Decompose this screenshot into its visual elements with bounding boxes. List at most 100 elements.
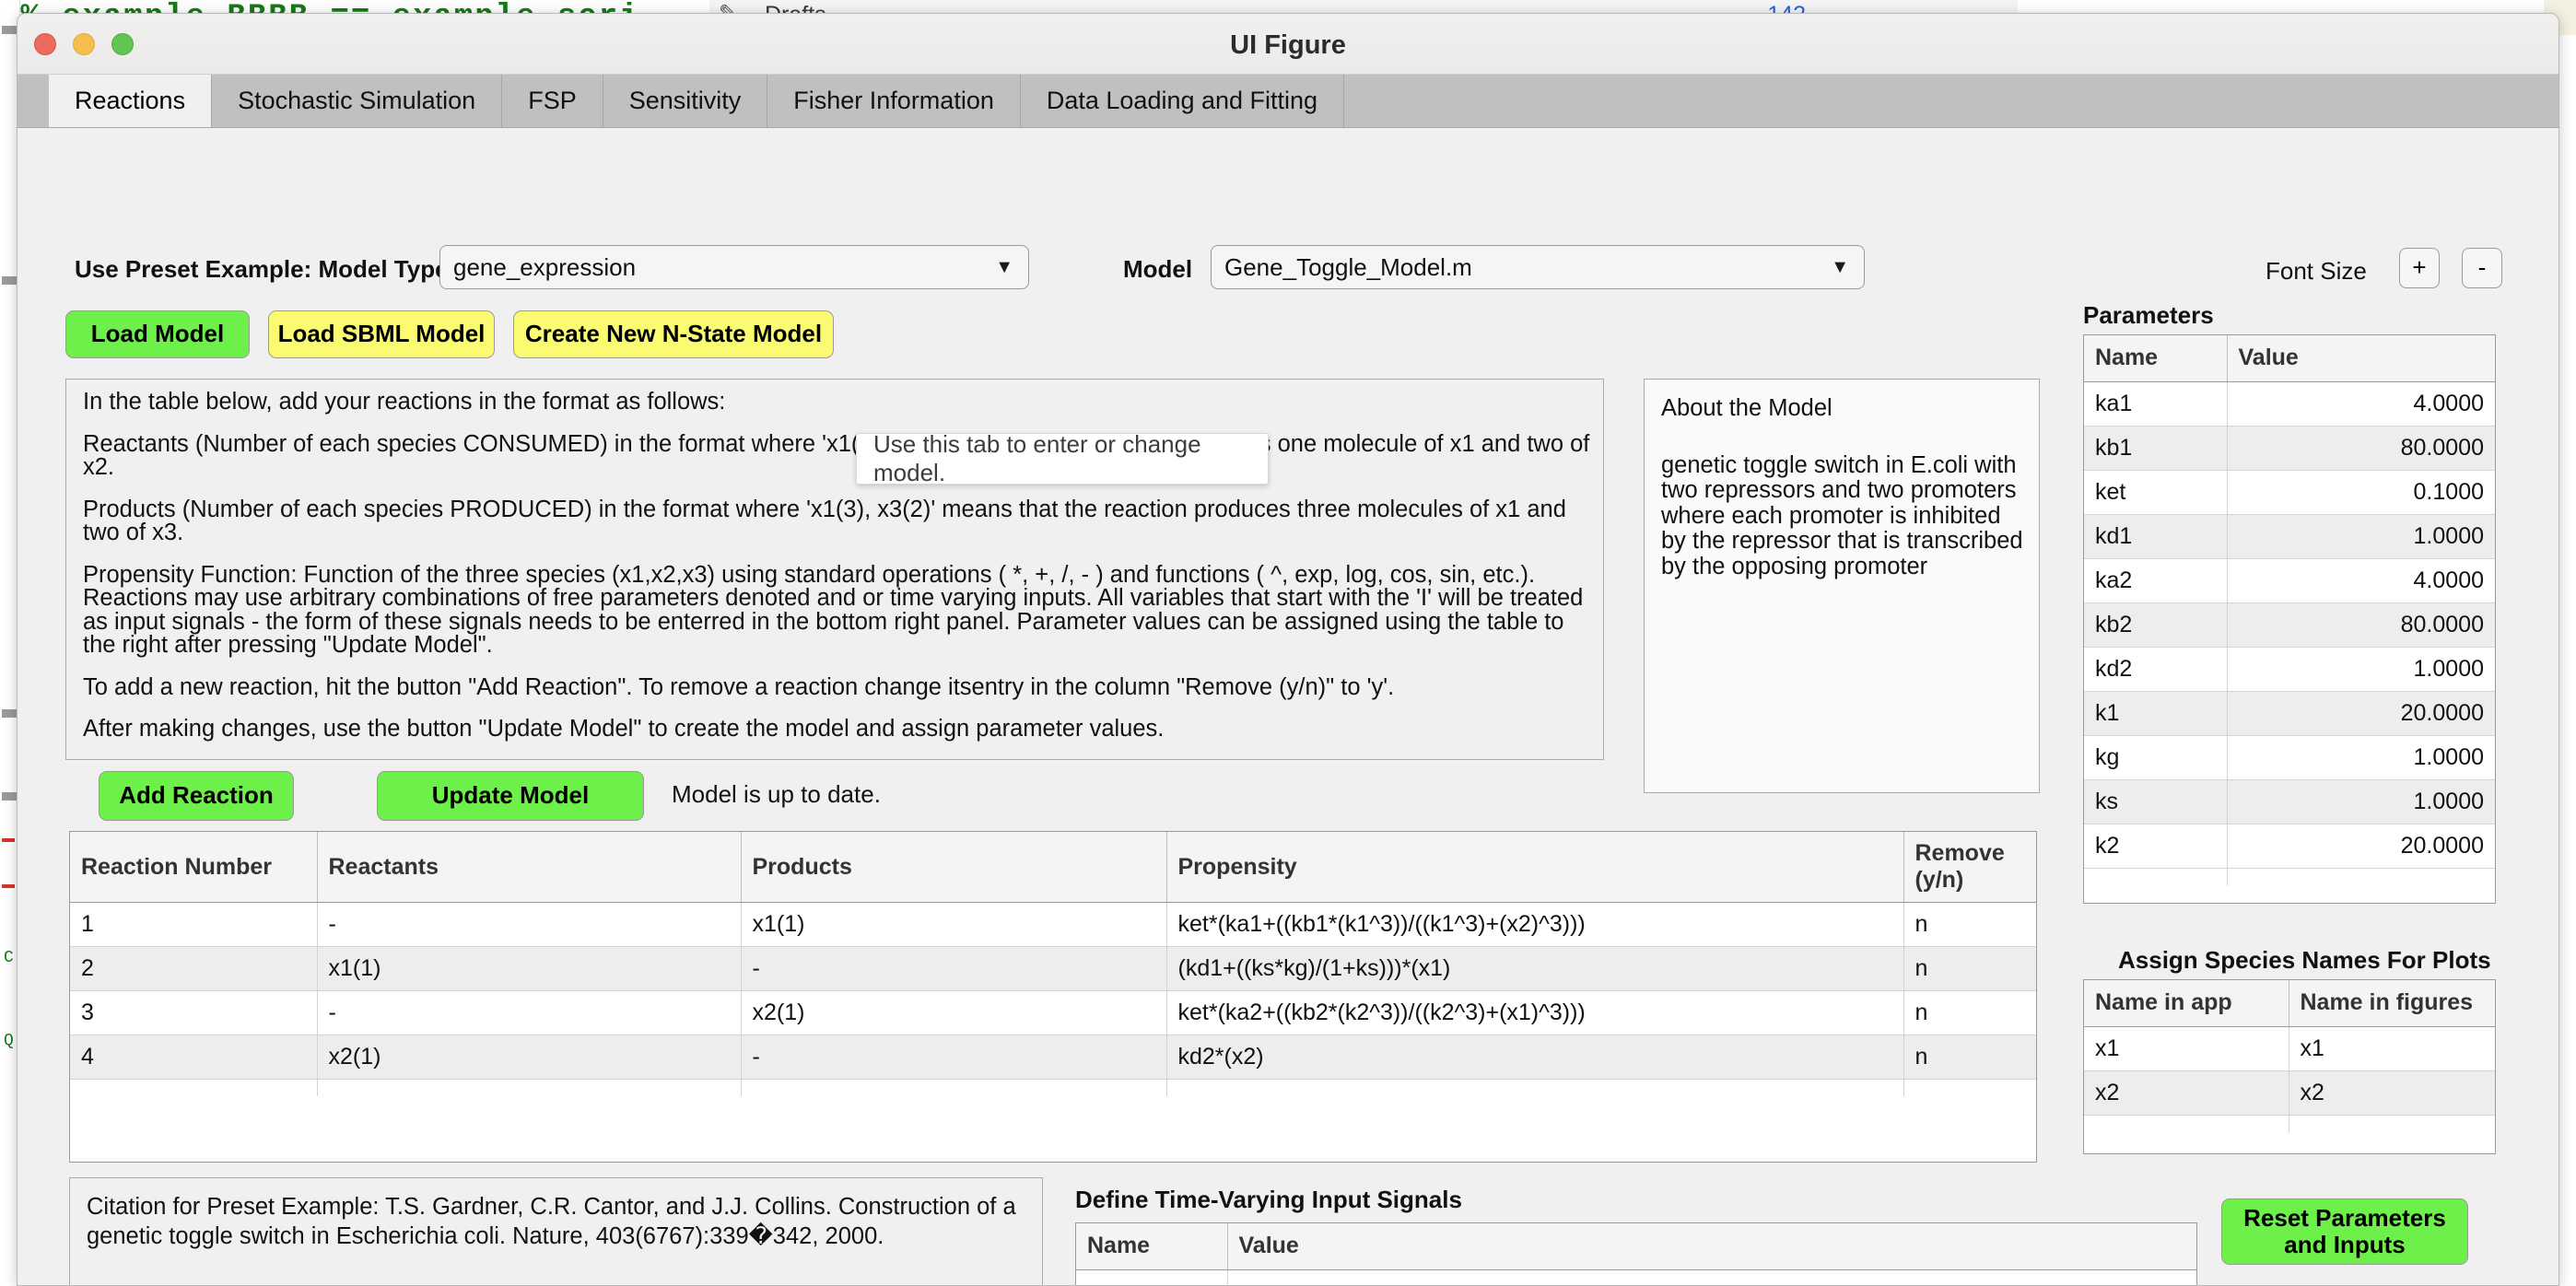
table-row[interactable]: ka2 4.0000 — [2084, 558, 2495, 603]
empty-cell[interactable] — [2227, 868, 2495, 885]
parameter-name-cell[interactable]: kb1 — [2084, 426, 2228, 471]
reactions-table[interactable]: Reaction Number Reactants Products Prope… — [69, 831, 2037, 1163]
reaction-products-cell[interactable]: x2(1) — [741, 990, 1167, 1035]
species-figure-name-cell[interactable]: x2 — [2289, 1070, 2495, 1116]
table-row[interactable]: ks 1.0000 — [2084, 779, 2495, 824]
parameter-value-cell[interactable]: 80.0000 — [2227, 602, 2495, 648]
tab-data-loading-fitting[interactable]: Data Loading and Fitting — [1020, 75, 1345, 127]
parameter-value-cell[interactable]: 1.0000 — [2227, 647, 2495, 692]
update-model-button[interactable]: Update Model — [377, 771, 644, 821]
create-new-n-state-model-button[interactable]: Create New N-State Model — [513, 310, 834, 358]
species-figure-name-cell[interactable]: x1 — [2289, 1026, 2495, 1071]
reaction-propensity-cell[interactable]: (kd1+((ks*kg)/(1+ks)))*(x1) — [1166, 946, 1904, 991]
reaction-remove-cell[interactable]: n — [1903, 946, 2036, 991]
empty-cell[interactable] — [317, 1079, 742, 1096]
table-row[interactable]: 2 x1(1) - (kd1+((ks*kg)/(1+ks)))*(x1) n — [70, 946, 2036, 991]
species-app-name-cell[interactable]: x1 — [2084, 1026, 2289, 1071]
table-row[interactable]: kd1 1.0000 — [2084, 514, 2495, 559]
parameter-value-cell[interactable]: 1.0000 — [2227, 779, 2495, 824]
parameter-value-cell[interactable]: 80.0000 — [2227, 426, 2495, 471]
font-size-increase-button[interactable]: + — [2399, 248, 2440, 288]
reaction-propensity-cell[interactable]: ket*(ka2+((kb2*(k2^3))/((k2^3)+(x1)^3))) — [1166, 990, 1904, 1035]
tab-fsp[interactable]: FSP — [502, 75, 603, 127]
reaction-products-cell[interactable]: - — [741, 1035, 1167, 1080]
reaction-reactants-cell[interactable]: x2(1) — [317, 1035, 742, 1080]
load-model-button[interactable]: Load Model — [65, 310, 250, 358]
parameter-name-cell[interactable]: ks — [2084, 779, 2228, 824]
reaction-number-cell[interactable]: 4 — [70, 1035, 318, 1080]
parameter-name-cell[interactable]: kd1 — [2084, 514, 2228, 559]
reaction-remove-cell[interactable]: n — [1903, 902, 2036, 947]
parameter-name-cell[interactable]: k1 — [2084, 691, 2228, 736]
parameters-table[interactable]: Name Value ka1 4.0000 kb1 80.0000 ket 0.1000 k… — [2083, 334, 2496, 904]
model-file-dropdown[interactable]: Gene_Toggle_Model.m ▼ — [1211, 245, 1865, 289]
parameter-value-cell[interactable]: 0.1000 — [2227, 470, 2495, 515]
reaction-remove-cell[interactable]: n — [1903, 990, 2036, 1035]
empty-cell[interactable] — [1903, 1079, 2036, 1096]
load-sbml-model-button[interactable]: Load SBML Model — [268, 310, 495, 358]
table-empty-row[interactable] — [70, 1079, 2036, 1096]
species-app-name-cell[interactable]: x2 — [2084, 1070, 2289, 1116]
reset-parameters-and-inputs-button[interactable]: Reset Parameters and Inputs — [2221, 1198, 2468, 1265]
species-names-table[interactable]: Name in app Name in figures x1 x1 x2 x2 — [2083, 979, 2496, 1154]
table-row[interactable]: x1 x1 — [2084, 1026, 2495, 1071]
parameter-name-cell[interactable]: ket — [2084, 470, 2228, 515]
parameter-value-cell[interactable]: 20.0000 — [2227, 691, 2495, 736]
table-row[interactable]: 4 x2(1) - kd2*(x2) n — [70, 1035, 2036, 1080]
parameter-name-cell[interactable]: k2 — [2084, 824, 2228, 869]
reaction-reactants-cell[interactable]: - — [317, 990, 742, 1035]
parameter-value-cell[interactable]: 1.0000 — [2227, 735, 2495, 780]
empty-cell[interactable] — [2084, 868, 2228, 885]
parameter-name-cell[interactable]: kb2 — [2084, 602, 2228, 648]
window-titlebar: UI Figure — [18, 14, 2558, 75]
reaction-reactants-cell[interactable]: x1(1) — [317, 946, 742, 991]
empty-cell[interactable] — [1166, 1079, 1904, 1096]
table-row[interactable]: ka1 4.0000 — [2084, 381, 2495, 427]
parameter-name-cell[interactable]: ka2 — [2084, 558, 2228, 603]
table-row[interactable]: kb1 80.0000 — [2084, 426, 2495, 471]
reaction-remove-cell[interactable]: n — [1903, 1035, 2036, 1080]
table-row[interactable]: 1- x1(1) ket*(ka1+((kb1*(k1^3))/((k1^3)+(x… — [70, 902, 2036, 947]
parameter-name-cell[interactable]: kd2 — [2084, 647, 2228, 692]
table-row[interactable]: k1 20.0000 — [2084, 691, 2495, 736]
parameter-name-cell[interactable]: kg — [2084, 735, 2228, 780]
parameter-value-cell[interactable]: 1.0000 — [2227, 514, 2495, 559]
table-row[interactable]: 3- x2(1) ket*(ka2+((kb2*(k2^3))/((k2^3)+(x… — [70, 990, 2036, 1035]
reaction-reactants-cell[interactable]: - — [317, 902, 742, 947]
table-empty-row[interactable] — [2084, 1115, 2495, 1132]
tab-stochastic-simulation[interactable]: Stochastic Simulation — [212, 75, 503, 127]
reaction-products-cell[interactable]: x1(1) — [741, 902, 1167, 947]
reaction-propensity-cell[interactable]: ket*(ka1+((kb1*(k1^3))/((k1^3)+(x2)^3))) — [1166, 902, 1904, 947]
tab-sensitivity[interactable]: Sensitivity — [603, 75, 768, 127]
table-empty-row[interactable] — [2084, 868, 2495, 885]
font-size-decrease-button[interactable]: - — [2462, 248, 2502, 288]
empty-cell[interactable] — [2289, 1115, 2495, 1132]
reaction-products-cell[interactable]: - — [741, 946, 1167, 991]
table-row[interactable]: kd2 1.0000 — [2084, 647, 2495, 692]
table-row[interactable]: k2 20.0000 — [2084, 824, 2495, 869]
reaction-number-cell[interactable]: 2 — [70, 946, 318, 991]
empty-cell[interactable] — [70, 1079, 318, 1096]
parameter-value-cell[interactable]: 4.0000 — [2227, 558, 2495, 603]
input-signals-table[interactable]: Name Value — [1075, 1222, 2197, 1285]
empty-cell[interactable] — [741, 1079, 1167, 1096]
tab-fisher-information[interactable]: Fisher Information — [767, 75, 1021, 127]
table-row[interactable]: x2 x2 — [2084, 1070, 2495, 1116]
reaction-propensity-cell[interactable]: kd2*(x2) — [1166, 1035, 1904, 1080]
parameter-value-cell[interactable]: 4.0000 — [2227, 381, 2495, 427]
table-row[interactable]: kb2 80.0000 — [2084, 602, 2495, 648]
empty-cell[interactable] — [1076, 1269, 1228, 1285]
table-empty-row[interactable] — [1076, 1269, 2196, 1285]
add-reaction-button[interactable]: Add Reaction — [99, 771, 294, 821]
reaction-number-cell[interactable]: 3 — [70, 990, 318, 1035]
reaction-number-cell[interactable]: 1 — [70, 902, 318, 947]
parameter-value-cell[interactable]: 20.0000 — [2227, 824, 2495, 869]
empty-cell[interactable] — [1227, 1269, 2196, 1285]
parameter-name-cell[interactable]: ka1 — [2084, 381, 2228, 427]
table-row[interactable]: kg 1.0000 — [2084, 735, 2495, 780]
table-row[interactable]: ket 0.1000 — [2084, 470, 2495, 515]
instruction-line-4: Propensity Function: Function of the thr… — [83, 561, 1584, 658]
preset-model-type-dropdown[interactable]: gene_expression ▼ — [439, 245, 1029, 289]
empty-cell[interactable] — [2084, 1115, 2289, 1132]
tab-reactions[interactable]: Reactions — [49, 75, 213, 127]
